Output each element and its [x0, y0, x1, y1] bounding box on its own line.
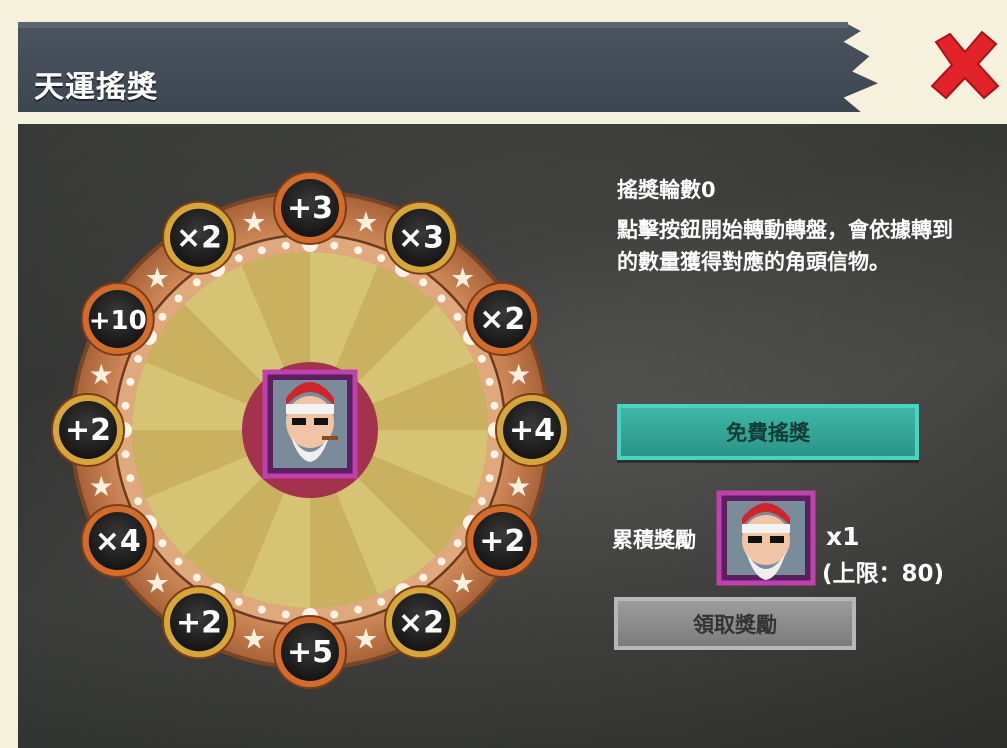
- wheel-bulb: [485, 377, 494, 386]
- wheel-bulb: [174, 557, 183, 566]
- star-icon: ★: [353, 205, 378, 238]
- wheel-prize-slot: ×2: [162, 200, 236, 275]
- reward-count: x1: [826, 522, 860, 551]
- wheel-bulb: [330, 610, 339, 619]
- wheel-bulb: [134, 354, 143, 363]
- star-icon: ★: [506, 470, 531, 503]
- wheel-bulb: [134, 497, 143, 506]
- wheel-bulb: [126, 474, 135, 483]
- wheel-bulb: [437, 294, 446, 303]
- center-prize-icon: [262, 369, 358, 479]
- fortune-wheel: ★ ★ ★ ★ ★ ★ ★ ★ ★ ★ ★ ★ +3 ×3 ×2 +4 +2 ×2 +5 +2 ×4 +2 +10 ×2: [51, 171, 569, 689]
- wheel-bulb: [490, 450, 499, 459]
- prize-slot-label: ×2: [176, 221, 222, 256]
- star-icon: ★: [353, 623, 378, 656]
- page-title: 天運搖獎: [34, 70, 158, 105]
- wheel-bulb: [174, 294, 183, 303]
- star-icon: ★: [450, 567, 475, 600]
- star-icon: ★: [145, 261, 170, 294]
- wheel-bulb: [234, 254, 243, 263]
- wheel-bulb: [121, 450, 130, 459]
- wheel-bulb: [453, 312, 462, 321]
- prize-slot-label: +2: [176, 605, 222, 640]
- reward-limit: (上限：80): [822, 561, 945, 587]
- wheel-prize-slot: ×3: [384, 200, 458, 275]
- wheel-prize-slot: +5: [273, 615, 347, 689]
- star-icon: ★: [242, 205, 267, 238]
- wheel-prize-slot: +2: [465, 504, 540, 578]
- wheel-bulb: [257, 605, 266, 614]
- prize-slot-label: ×2: [479, 302, 525, 337]
- spin-rounds-label: 搖獎輪數0: [617, 178, 716, 202]
- prize-slot-label: ×3: [398, 221, 444, 256]
- star-icon: ★: [242, 623, 267, 656]
- close-icon[interactable]: [928, 28, 1002, 102]
- prize-slot-label: +4: [509, 413, 555, 448]
- prize-slot-label: +2: [65, 413, 111, 448]
- wheel-prize-slot: ×2: [465, 282, 540, 356]
- wheel-bulb: [158, 312, 167, 321]
- free-spin-button[interactable]: 免費搖獎: [617, 404, 919, 460]
- wheel-prize-slot: +2: [162, 585, 236, 660]
- wheel-bulb: [490, 401, 499, 410]
- reward-item-icon: [716, 490, 816, 586]
- wheel-bulb: [377, 254, 386, 263]
- wheel-bulb: [437, 557, 446, 566]
- prize-slot-label: ×2: [398, 605, 444, 640]
- wheel-bulb: [377, 597, 386, 606]
- prize-slot-label: +2: [479, 524, 525, 559]
- prize-slot-label: +5: [287, 635, 333, 670]
- wheel-bulb: [419, 573, 428, 582]
- wheel-prize-slot: +2: [51, 393, 125, 467]
- wheel-bulb: [330, 241, 339, 250]
- prize-slot-label: +3: [287, 191, 333, 226]
- star-icon: ★: [89, 470, 114, 503]
- wheel-bulb: [192, 573, 201, 582]
- wheel-prize-slot: +4: [495, 393, 569, 467]
- wheel-bulb: [158, 539, 167, 548]
- wheel-prize-slot: ×2: [384, 585, 458, 660]
- wheel-bulb: [281, 610, 290, 619]
- wheel-prize-slot: +10: [80, 282, 155, 356]
- banner-stripe: [18, 22, 848, 28]
- star-icon: ★: [89, 358, 114, 391]
- wheel-bulb: [419, 278, 428, 287]
- wheel-bulb: [234, 597, 243, 606]
- wheel-prize-slot: ×4: [80, 504, 155, 578]
- wheel-bulb: [477, 354, 486, 363]
- star-icon: ★: [145, 567, 170, 600]
- wheel-bulb: [354, 246, 363, 255]
- wheel-bulb: [126, 377, 135, 386]
- wheel-bulb: [453, 539, 462, 548]
- wheel-bulb: [192, 278, 201, 287]
- accumulated-reward-label: 累積獎勵: [612, 528, 696, 552]
- wheel-bulb: [121, 401, 130, 410]
- star-icon: ★: [450, 261, 475, 294]
- wheel-bulb: [485, 474, 494, 483]
- star-icon: ★: [506, 358, 531, 391]
- wheel-bulb: [354, 605, 363, 614]
- wheel-bulb: [281, 241, 290, 250]
- wheel-bulb: [257, 246, 266, 255]
- prize-slot-label: ×4: [95, 524, 141, 559]
- wheel-prize-slot: +3: [273, 171, 347, 245]
- prize-slot-label: +10: [89, 306, 147, 336]
- claim-reward-button[interactable]: 領取獎勵: [614, 597, 856, 650]
- wheel-bulb: [477, 497, 486, 506]
- instruction-text: 點擊按鈕開始轉動轉盤，會依據轉到的數量獲得對應的角頭信物。: [617, 218, 953, 274]
